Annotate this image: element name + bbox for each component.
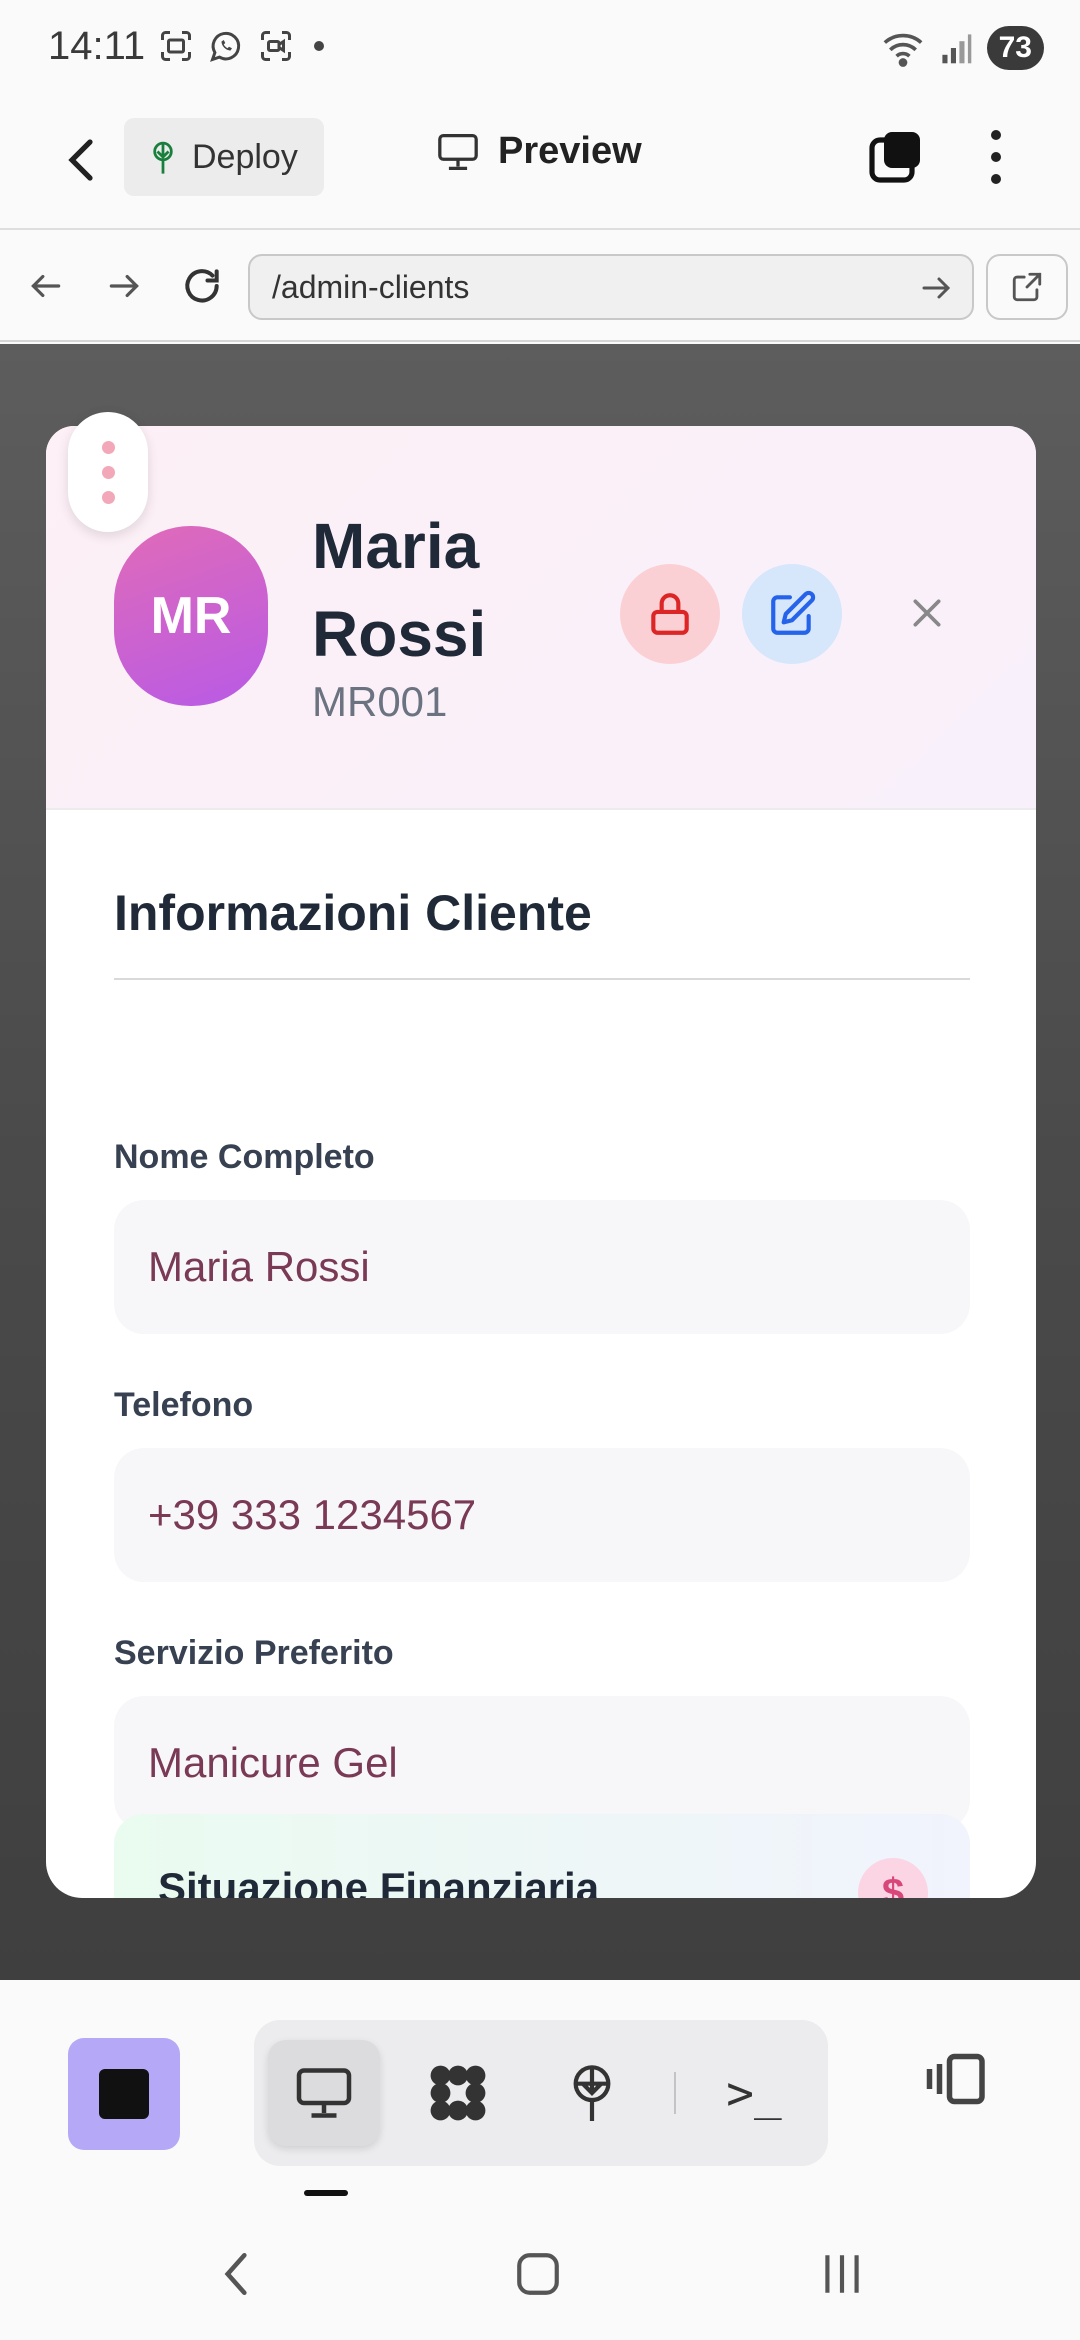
drag-handle-menu[interactable] bbox=[68, 412, 148, 532]
app-toolbar: Deploy Preview bbox=[0, 100, 1080, 230]
status-icons-right: 73 bbox=[881, 26, 1044, 70]
close-icon bbox=[913, 599, 941, 627]
deploy-view-button[interactable] bbox=[536, 2040, 648, 2146]
monitor-icon bbox=[438, 133, 478, 170]
workspace-view-button[interactable] bbox=[402, 2040, 514, 2146]
edit-button[interactable] bbox=[742, 564, 842, 664]
client-detail-modal: MR Maria Rossi MR001 Informazioni Client… bbox=[46, 426, 1036, 1898]
field-value-nome: Maria Rossi bbox=[114, 1200, 970, 1334]
active-tab-indicator bbox=[304, 2190, 348, 2196]
go-arrow-icon[interactable] bbox=[918, 270, 954, 306]
reload-icon bbox=[185, 269, 219, 303]
external-link-icon bbox=[1012, 272, 1042, 302]
dollar-icon: $ bbox=[858, 1858, 928, 1898]
chevron-left-icon bbox=[68, 139, 93, 181]
lock-button[interactable] bbox=[620, 564, 720, 664]
nav-back-button[interactable] bbox=[18, 258, 74, 314]
finance-card[interactable]: Situazione Finanziaria $ bbox=[114, 1814, 970, 1898]
open-external-button[interactable] bbox=[986, 254, 1068, 320]
arrow-left-icon bbox=[31, 274, 61, 298]
toggle-panel-button[interactable] bbox=[922, 2044, 992, 2114]
preview-view-button[interactable] bbox=[268, 2040, 380, 2146]
terminal-icon: >_ bbox=[726, 2066, 782, 2120]
reload-button[interactable] bbox=[174, 258, 230, 314]
back-button[interactable] bbox=[52, 130, 112, 190]
battery-indicator: 73 bbox=[986, 26, 1044, 70]
dot-icon bbox=[314, 41, 324, 51]
system-recents-button[interactable] bbox=[812, 2244, 872, 2304]
deploy-button[interactable]: Deploy bbox=[124, 118, 324, 196]
workspace-icon bbox=[430, 2065, 486, 2121]
tabs-icon bbox=[869, 132, 920, 183]
nav-forward-button[interactable] bbox=[96, 258, 152, 314]
client-code: MR001 bbox=[312, 678, 448, 725]
chevron-left-icon bbox=[224, 2252, 247, 2296]
whatsapp-icon bbox=[210, 31, 241, 62]
edit-icon bbox=[771, 590, 816, 635]
field-value-telefono: +39 333 1234567 bbox=[114, 1448, 970, 1582]
more-options-button[interactable] bbox=[976, 124, 1016, 190]
screenshot-icon bbox=[161, 31, 191, 61]
close-button[interactable] bbox=[892, 578, 962, 648]
deploy-label: Deploy bbox=[192, 137, 298, 176]
url-input[interactable]: /admin-clients bbox=[248, 254, 974, 320]
bottom-dock: >_ bbox=[0, 1980, 1080, 2202]
url-text: /admin-clients bbox=[272, 268, 470, 305]
screen-record-icon bbox=[261, 31, 291, 61]
view-switcher: >_ bbox=[254, 2020, 828, 2166]
system-nav-bar bbox=[0, 2202, 1080, 2340]
field-value-servizio: Manicure Gel bbox=[114, 1696, 970, 1830]
deploy-tree-icon bbox=[573, 2065, 611, 2121]
system-back-button[interactable] bbox=[206, 2244, 266, 2304]
shell-view-button[interactable]: >_ bbox=[698, 2040, 810, 2146]
finance-title: Situazione Finanziaria bbox=[158, 1864, 600, 1898]
signal-icon bbox=[942, 34, 971, 64]
field-label-servizio: Servizio Preferito bbox=[114, 1634, 394, 1672]
section-title: Informazioni Cliente bbox=[114, 885, 592, 941]
monitor-icon bbox=[296, 2068, 352, 2118]
client-header: MR Maria Rossi MR001 bbox=[46, 426, 1036, 810]
preview-viewport: MR Maria Rossi MR001 Informazioni Client… bbox=[0, 344, 1080, 1980]
client-name: Maria Rossi bbox=[312, 510, 487, 670]
system-home-button[interactable] bbox=[508, 2244, 568, 2304]
field-label-telefono: Telefono bbox=[114, 1386, 254, 1424]
lock-icon bbox=[651, 593, 689, 635]
section-divider bbox=[114, 978, 970, 980]
stop-icon bbox=[99, 2069, 149, 2119]
browser-url-bar: /admin-clients bbox=[0, 232, 1080, 342]
field-label-nome: Nome Completo bbox=[114, 1138, 375, 1176]
status-icons-left bbox=[158, 28, 324, 64]
segment-divider bbox=[674, 2072, 676, 2114]
deploy-tree-icon bbox=[153, 141, 173, 174]
preview-label: Preview bbox=[498, 130, 642, 172]
arrow-right-icon bbox=[109, 274, 139, 298]
tabs-button[interactable] bbox=[868, 128, 924, 188]
recents-icon bbox=[825, 2255, 859, 2293]
preview-title: Preview bbox=[436, 130, 642, 173]
stop-button[interactable] bbox=[68, 2038, 180, 2150]
home-icon bbox=[517, 2253, 559, 2295]
status-bar: 14:11 73 bbox=[0, 0, 1080, 100]
panel-icon bbox=[926, 2053, 985, 2105]
avatar: MR bbox=[114, 526, 268, 706]
status-time: 14:11 bbox=[48, 24, 146, 68]
wifi-icon bbox=[883, 33, 923, 67]
